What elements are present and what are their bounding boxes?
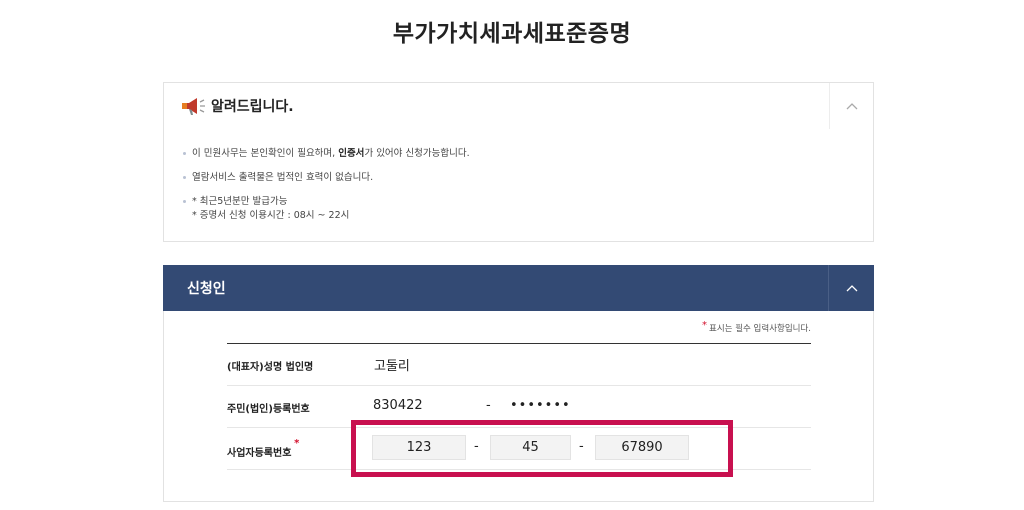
notice-item-text: 이 민원사무는 본인확인이 필요하며,: [192, 148, 339, 159]
notice-item: * 최근5년분만 발급가능 * 증명서 신청 이용시간 : 08시 ~ 22시: [183, 195, 470, 223]
chevron-up-icon: [846, 285, 857, 292]
brn-separator-1: -: [474, 439, 479, 454]
notice-item-text: * 증명서 신청 이용시간 : 08시 ~ 22시: [192, 210, 350, 221]
rrn-front-value: 830422: [373, 398, 423, 413]
megaphone-icon: [180, 96, 206, 116]
rrn-label: 주민(법인)등록번호: [227, 404, 310, 415]
applicant-section: 신청인 * 표시는 필수 입력사항입니다. (대표자)성명 법인명 고둘리 주민(…: [163, 265, 874, 502]
applicant-header: 신청인: [163, 265, 874, 311]
name-row: (대표자)성명 법인명 고둘리: [227, 344, 811, 386]
name-value: 고둘리: [374, 359, 410, 374]
notice-title: 알려드립니다.: [211, 99, 294, 115]
required-mark: *: [294, 438, 300, 449]
name-label: (대표자)성명 법인명: [227, 362, 314, 373]
brn-separator-2: -: [579, 439, 584, 454]
required-note: * 표시는 필수 입력사항입니다.: [702, 320, 811, 334]
chevron-up-icon: [846, 103, 857, 110]
notice-box: 알려드립니다. 이 민원사무는 본인확인이 필요하며, 인증서가 있어야 신청가…: [163, 82, 874, 242]
applicant-title: 신청인: [187, 281, 226, 297]
required-mark: *: [702, 320, 708, 331]
notice-item-bold: 인증서: [338, 148, 365, 159]
notice-item-text: 열람서비스 출력물은 법적인 효력이 없습니다.: [192, 172, 374, 183]
rrn-separator: -: [486, 398, 491, 413]
brn-part2-input[interactable]: [490, 435, 571, 460]
notice-collapse-button[interactable]: [829, 83, 873, 129]
notice-item: 열람서비스 출력물은 법적인 효력이 없습니다.: [183, 171, 470, 185]
notice-list: 이 민원사무는 본인확인이 필요하며, 인증서가 있어야 신청가능합니다. 열람…: [183, 147, 470, 233]
brn-part1-input[interactable]: [372, 435, 466, 460]
notice-item-text: 가 있어야 신청가능합니다.: [364, 148, 470, 159]
notice-item: 이 민원사무는 본인확인이 필요하며, 인증서가 있어야 신청가능합니다.: [183, 147, 470, 161]
brn-part3-input[interactable]: [595, 435, 689, 460]
applicant-collapse-button[interactable]: [828, 265, 874, 311]
required-note-text: 표시는 필수 입력사항입니다.: [709, 324, 811, 334]
page-title: 부가가치세과세표준증명: [392, 21, 632, 47]
brn-label: 사업자등록번호 *: [227, 438, 299, 459]
rrn-back-masked: •••••••: [510, 398, 571, 413]
brn-label-text: 사업자등록번호: [227, 448, 292, 459]
rrn-row: 주민(법인)등록번호 830422 - •••••••: [227, 386, 811, 428]
notice-header: 알려드립니다.: [164, 83, 873, 129]
notice-item-text: * 최근5년분만 발급가능: [192, 196, 288, 207]
